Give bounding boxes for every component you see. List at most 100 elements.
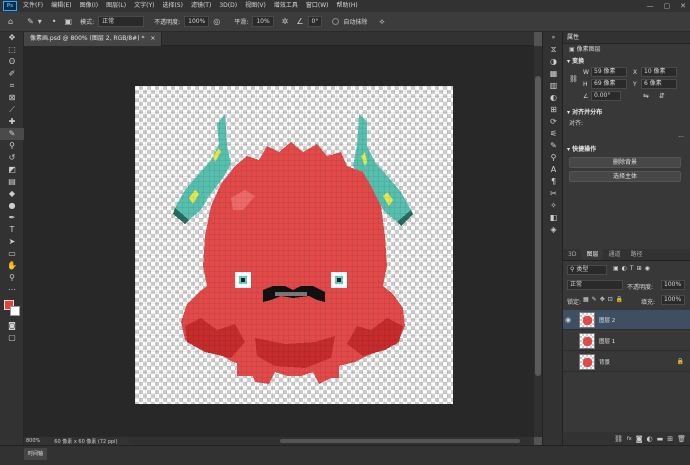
clone-stamp-tool-icon[interactable]: ⚲ xyxy=(0,140,24,152)
layer-name[interactable]: 图层 1 xyxy=(599,337,615,345)
type-tool-icon[interactable]: T xyxy=(0,224,24,236)
tab-paths[interactable]: 路径 xyxy=(625,249,647,260)
menu-edit[interactable]: 编辑(E) xyxy=(47,0,75,12)
lock-icons[interactable]: ▦✎✥⊡🔒 xyxy=(583,296,626,303)
tab-channels[interactable]: 通道 xyxy=(603,249,625,260)
more-options-icon[interactable]: ··· xyxy=(678,134,684,141)
collapse-panels-icon[interactable]: » xyxy=(543,32,564,44)
color-icon[interactable]: ◑ xyxy=(543,56,564,68)
menu-select[interactable]: 选择(S) xyxy=(158,0,187,12)
layer-row-2[interactable]: ◉ 图层 2 xyxy=(563,310,690,330)
dodge-tool-icon[interactable]: ● xyxy=(0,200,24,212)
properties-tab[interactable]: 属性 xyxy=(563,32,690,44)
timeline-tab[interactable]: 时间轴 xyxy=(24,448,48,460)
menu-window[interactable]: 窗口(W) xyxy=(302,0,333,12)
eraser-tool-icon[interactable]: ◩ xyxy=(0,164,24,176)
history-brush-tool-icon[interactable]: ↺ xyxy=(0,152,24,164)
opacity-input[interactable]: 100% xyxy=(184,16,210,27)
tab-3d[interactable]: 3D xyxy=(563,249,581,260)
layer-opacity-input[interactable]: 100% xyxy=(661,280,685,290)
info-icon[interactable]: ◧ xyxy=(543,212,564,224)
chevron-down-icon[interactable]: ▾ xyxy=(38,17,42,27)
menu-3d[interactable]: 3D(D) xyxy=(215,0,241,12)
quick-mask-icon[interactable]: ◙ xyxy=(0,320,24,332)
auto-erase-checkbox[interactable] xyxy=(332,18,340,25)
fx-icon[interactable]: fx xyxy=(627,436,632,442)
brush-tool-icon[interactable]: ✎ xyxy=(0,128,24,140)
history-icon[interactable]: ⧖ xyxy=(543,44,564,56)
menu-image[interactable]: 图像(I) xyxy=(76,0,102,12)
transform-section-header[interactable]: ▾ 变换 xyxy=(563,56,690,67)
lasso-tool-icon[interactable]: ʘ xyxy=(0,56,24,68)
clone-source-icon[interactable]: ⚲ xyxy=(543,152,564,164)
filter-icons[interactable]: ▣◐T⊞◉ xyxy=(613,265,653,272)
menu-view[interactable]: 视图(V) xyxy=(241,0,270,12)
document-tab[interactable]: 像素画.psd @ 800% (图层 2, RGB/8#) * × xyxy=(24,32,163,46)
layer-kind-filter[interactable]: ⚲ 类型 xyxy=(567,265,607,275)
x-input[interactable]: 10 像素 xyxy=(641,67,677,77)
move-tool-icon[interactable]: ✥ xyxy=(0,32,24,44)
menu-plugins[interactable]: 增效工具 xyxy=(270,0,302,12)
brush-size-icon[interactable]: • xyxy=(52,17,57,27)
actions-icon[interactable]: ⟳ xyxy=(543,116,564,128)
layer-name[interactable]: 背景 xyxy=(599,358,610,366)
delete-icon[interactable]: 🗑 xyxy=(677,435,686,443)
tab-layers[interactable]: 图层 xyxy=(581,249,604,260)
adjustments-icon[interactable]: ◐ xyxy=(543,92,564,104)
menu-help[interactable]: 帮助(H) xyxy=(333,0,362,12)
healing-brush-tool-icon[interactable]: ✚ xyxy=(0,116,24,128)
brush-settings-icon[interactable]: ✎ xyxy=(543,140,564,152)
vertical-scrollbar[interactable] xyxy=(534,46,542,437)
width-input[interactable]: 59 像素 xyxy=(591,67,627,77)
maximize-button[interactable]: ▢ xyxy=(664,2,671,10)
zoom-tool-icon[interactable]: ⚲ xyxy=(0,272,24,284)
gradient-tool-icon[interactable]: ▤ xyxy=(0,176,24,188)
menu-layer[interactable]: 图层(L) xyxy=(102,0,130,12)
adjustment-icon[interactable]: ◐ xyxy=(647,435,653,443)
menu-file[interactable]: 文件(F) xyxy=(19,0,47,12)
blend-mode-dropdown[interactable]: 正常 xyxy=(567,280,623,290)
frame-tool-icon[interactable]: ⊠ xyxy=(0,92,24,104)
select-subject-button[interactable]: 选择主体 xyxy=(569,171,681,182)
layer-name[interactable]: 图层 2 xyxy=(599,316,615,324)
visibility-eye-icon[interactable]: ◉ xyxy=(563,316,573,324)
close-button[interactable]: ✕ xyxy=(680,2,686,10)
home-icon[interactable]: ⌂ xyxy=(8,17,13,27)
screen-mode-icon[interactable]: ▢ xyxy=(0,332,24,344)
angle-input[interactable]: 0.00° xyxy=(591,91,621,101)
align-section-header[interactable]: ▾ 对齐并分布 xyxy=(563,107,690,118)
mask-icon[interactable]: ◙ xyxy=(636,435,643,443)
horizontal-scroll-thumb[interactable] xyxy=(280,439,520,443)
fill-input[interactable]: 100% xyxy=(661,295,685,305)
paragraph-icon[interactable]: ¶ xyxy=(543,176,564,188)
flip-horizontal-icon[interactable]: ⇋ xyxy=(643,92,649,100)
styles-icon[interactable]: ⊞ xyxy=(543,104,564,116)
pencil-tool-icon[interactable]: ✎ xyxy=(27,17,34,27)
document-tab-close-icon[interactable]: × xyxy=(150,35,155,42)
pressure-opacity-icon[interactable]: ◎ xyxy=(213,17,220,27)
swatches-icon[interactable]: ▦ xyxy=(543,68,564,80)
flip-vertical-icon[interactable]: ⇵ xyxy=(659,92,665,100)
angle-input[interactable]: 0° xyxy=(307,16,323,27)
height-input[interactable]: 69 像素 xyxy=(591,79,627,89)
smooth-input[interactable]: 10% xyxy=(252,16,274,27)
menu-filter[interactable]: 滤镜(T) xyxy=(187,0,215,12)
character-icon[interactable]: A xyxy=(543,164,564,176)
link-dimensions-icon[interactable]: ⛓ xyxy=(569,75,578,83)
rectangle-tool-icon[interactable]: ▭ xyxy=(0,248,24,260)
quick-select-tool-icon[interactable]: ✐ xyxy=(0,68,24,80)
y-input[interactable]: 6 像素 xyxy=(641,79,677,89)
navigator-icon[interactable]: ✧ xyxy=(543,200,564,212)
path-select-tool-icon[interactable]: ➤ xyxy=(0,236,24,248)
marquee-tool-icon[interactable]: ⬚ xyxy=(0,44,24,56)
remove-background-button[interactable]: 删除背景 xyxy=(569,157,681,168)
mode-dropdown[interactable]: 正常 xyxy=(98,16,145,27)
symmetry-icon[interactable]: ⟡ xyxy=(379,17,384,27)
smooth-settings-icon[interactable]: ✲ xyxy=(282,17,289,27)
link-icon[interactable]: ⛓ xyxy=(614,435,623,443)
glyphs-icon[interactable]: ✂ xyxy=(543,188,564,200)
group-icon[interactable]: ▬ xyxy=(657,435,664,443)
layer-row-1[interactable]: 图层 1 xyxy=(563,331,690,351)
blur-tool-icon[interactable]: ◆ xyxy=(0,188,24,200)
horizontal-scrollbar[interactable] xyxy=(130,438,530,444)
